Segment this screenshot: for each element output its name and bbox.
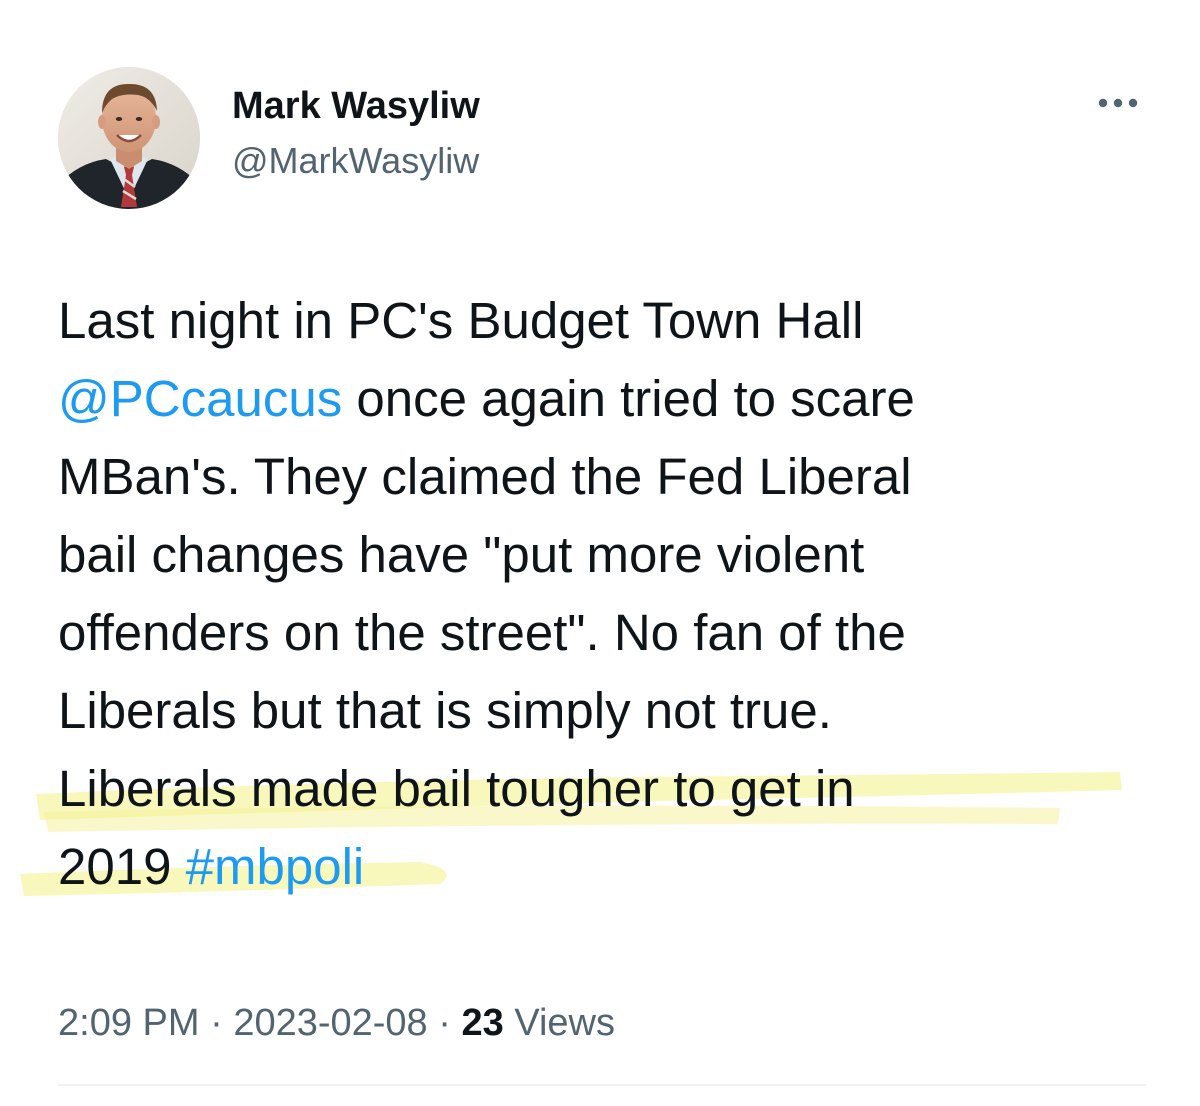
tweet-text-segment: 2019 xyxy=(58,838,186,895)
tweet-text: Last night in PC's Budget Town Hall @PCca… xyxy=(58,282,1168,906)
tweet-time[interactable]: 2:09 PM xyxy=(58,1002,200,1044)
tweet-text-segment: Liberals made bail tougher to get in xyxy=(58,760,855,817)
tweet-text-segment: bail changes have "put more violent xyxy=(58,526,865,583)
author-avatar[interactable] xyxy=(58,67,200,209)
meta-separator-2: · xyxy=(427,1002,462,1044)
tweet-metadata: 2:09 PM · 2023-02-08 · 23 Views xyxy=(58,998,615,1048)
author-display-name[interactable]: Mark Wasyliw xyxy=(232,84,480,128)
hashtag-link[interactable]: #mbpoli xyxy=(186,838,365,895)
tweet-text-line: Last night in PC's Budget Town Hall xyxy=(58,282,1168,360)
views-count[interactable]: 23 xyxy=(461,1002,503,1044)
tweet-text-segment: offenders on the street". No fan of the xyxy=(58,604,906,661)
tweet-text-segment: once again tried to scare xyxy=(342,370,915,427)
tweet-date[interactable]: 2023-02-08 xyxy=(233,1002,427,1044)
tweet-text-line: 2019 #mbpoli xyxy=(58,828,1168,906)
mention-link[interactable]: @PCcaucus xyxy=(58,370,342,427)
ellipsis-icon xyxy=(1098,98,1138,108)
meta-separator: · xyxy=(199,1002,234,1044)
tweet-text-line: offenders on the street". No fan of the xyxy=(58,594,1168,672)
tweet-card: Mark Wasyliw @MarkWasyliw Last night in … xyxy=(0,0,1200,1106)
tweet-text-line: bail changes have "put more violent xyxy=(58,516,1168,594)
more-options-button[interactable] xyxy=(1092,88,1144,118)
author-handle[interactable]: @MarkWasyliw xyxy=(232,140,479,182)
tweet-text-line: Liberals but that is simply not true. xyxy=(58,672,1168,750)
tweet-text-line: MBan's. They claimed the Fed Liberal xyxy=(58,438,1168,516)
tweet-text-line: Liberals made bail tougher to get in xyxy=(58,750,1168,828)
tweet-text-segment: Liberals but that is simply not true. xyxy=(58,682,832,739)
views-label[interactable]: Views xyxy=(504,1002,615,1044)
profile-photo-icon xyxy=(58,67,200,209)
tweet-text-line: @PCcaucus once again tried to scare xyxy=(58,360,1168,438)
divider xyxy=(58,1084,1146,1086)
tweet-text-segment: MBan's. They claimed the Fed Liberal xyxy=(58,448,912,505)
tweet-text-segment: Last night in PC's Budget Town Hall xyxy=(58,292,864,349)
